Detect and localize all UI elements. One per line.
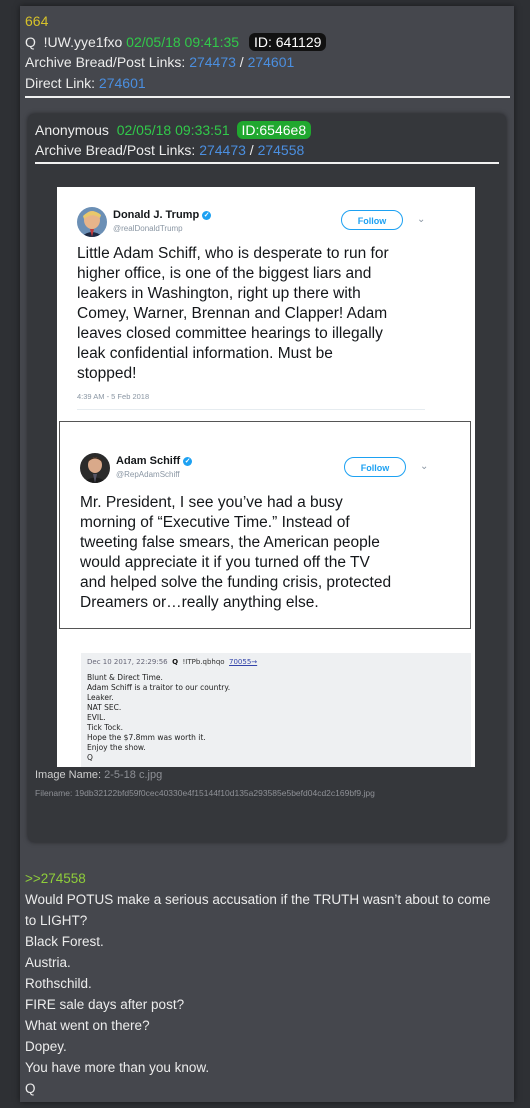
image-filename: Filename: 19db32122bfd59f0cec40330e4f151… (35, 788, 375, 798)
nested-timestamp: 02/05/18 09:33:51 (116, 122, 230, 138)
post-id-badge: ID: 641129 (248, 33, 327, 51)
nested-author: Anonymous (35, 122, 109, 138)
tweet1-time: 4:39 AM - 5 Feb 2018 (77, 392, 150, 401)
trump-avatar (77, 207, 107, 237)
direct-link[interactable]: 274601 (99, 75, 146, 91)
reply-quote-link[interactable]: >>274558 (25, 868, 509, 889)
q-post: 664 Q !UW.yye1fxo 02/05/18 09:41:35 ID: … (20, 6, 514, 1102)
post-number: 664 (25, 13, 49, 29)
chevron-down-icon: ⌄ (420, 461, 429, 472)
old-post-body: Blunt & Direct Time. Adam Schiff is a tr… (87, 673, 231, 762)
verified-icon: ✓ (202, 211, 212, 220)
tweet1-text: Little Adam Schiff, who is desperate to … (77, 245, 389, 382)
tweet2-follow-button: Follow (344, 457, 406, 477)
nested-header: Anonymous 02/05/18 09:33:51 ID:6546e8 (35, 120, 312, 140)
trip-prefix: Q (25, 34, 36, 50)
tweet1-handle: @realDonaldTrump (113, 224, 183, 233)
post-message: >>274558 Would POTUS make a serious accu… (25, 868, 509, 1099)
tripcode: !UW.yye1fxo (43, 34, 123, 50)
nested-archive-link-1[interactable]: 274473 (199, 142, 246, 158)
nested-id-badge: ID:6546e8 (236, 121, 312, 139)
direct-link-row: Direct Link: 274601 (25, 73, 146, 93)
post-timestamp: 02/05/18 09:41:35 (126, 34, 240, 50)
old-post-header: Dec 10 2017, 22:29:56 Q !ITPb.qbhqo 7005… (87, 658, 258, 666)
verified-icon: ✓ (183, 457, 193, 466)
archive-label: Archive Bread/Post Links: (25, 54, 186, 70)
attached-image[interactable]: Donald J. Trump ✓ @realDonaldTrump Follow… (57, 187, 475, 767)
old-q-post: Dec 10 2017, 22:29:56 Q !ITPb.qbhqo 7005… (81, 653, 471, 767)
tweet-divider (77, 409, 425, 410)
tweet2-card: Adam Schiff ✓ @RepAdamSchiff Follow ⌄ Mr.… (59, 421, 471, 629)
direct-label: Direct Link: (25, 75, 96, 91)
archive-link-2[interactable]: 274601 (248, 54, 295, 70)
tweet2-handle: @RepAdamSchiff (116, 470, 180, 479)
nested-archive-links: Archive Bread/Post Links: 274473 / 27455… (35, 142, 305, 158)
divider (25, 96, 510, 98)
tweet2-text: Mr. President, I see you’ve had a busy m… (80, 494, 392, 611)
tweet2-author: Adam Schiff ✓ (116, 455, 193, 467)
quoted-post: Anonymous 02/05/18 09:33:51 ID:6546e8 Ar… (28, 114, 506, 842)
tweet1-follow-button: Follow (341, 210, 403, 230)
schiff-avatar (80, 453, 110, 483)
chevron-down-icon: ⌄ (417, 214, 426, 225)
tweet1-author: Donald J. Trump ✓ (113, 209, 212, 221)
post-header: Q !UW.yye1fxo 02/05/18 09:41:35 ID: 6411… (25, 32, 327, 52)
nested-archive-link-2[interactable]: 274558 (258, 142, 305, 158)
archive-links: Archive Bread/Post Links: 274473 / 27460… (25, 54, 295, 70)
nested-divider (35, 162, 499, 164)
archive-link-1[interactable]: 274473 (189, 54, 236, 70)
image-name: Image Name: 2-5-18 c.jpg (35, 769, 163, 781)
